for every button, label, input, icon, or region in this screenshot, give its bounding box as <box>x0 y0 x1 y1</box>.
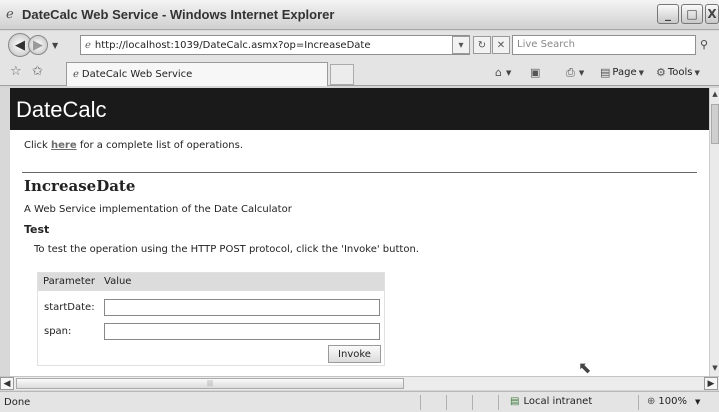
invoke-button[interactable]: Invoke <box>328 345 381 363</box>
address-url[interactable]: http://localhost:1039/DateCalc.asmx?op=I… <box>95 40 469 51</box>
home-button[interactable]: ⌂ ▼ <box>495 66 511 79</box>
horizontal-scrollbar[interactable]: ◀ ||| ▶ <box>0 376 719 390</box>
tools-menu-button[interactable]: ⚙ Tools ▼ <box>656 66 700 79</box>
page-icon: ℯ <box>85 39 91 51</box>
header-parameter: Parameter <box>43 276 96 287</box>
intro-prefix: Click <box>24 140 52 151</box>
title-bar: ℯ DateCalc Web Service - Windows Interne… <box>0 0 719 30</box>
stop-button[interactable]: ✕ <box>492 36 510 54</box>
content-border <box>0 88 10 376</box>
print-button[interactable]: ⎙ ▼ <box>566 66 584 80</box>
scroll-up-icon[interactable]: ▲ <box>710 90 719 102</box>
refresh-button[interactable]: ↻ <box>473 36 491 54</box>
tools-menu-label: Tools <box>667 67 693 78</box>
forward-button[interactable]: ▶ <box>28 35 48 55</box>
add-favorites-icon[interactable]: ✩ <box>32 64 43 79</box>
scroll-left-icon[interactable]: ◀ <box>0 377 14 390</box>
status-bar: Done ▤ Local intranet ⊕ 100% ▼ <box>0 391 719 412</box>
startdate-input[interactable] <box>104 299 380 316</box>
ie-logo-icon: ℯ <box>6 7 14 22</box>
vertical-scroll-thumb[interactable] <box>711 104 719 144</box>
forward-arrow-icon: ▶ <box>33 37 43 53</box>
address-row: ◀ ▶ ▼ ℯ http://localhost:1039/DateCalc.a… <box>0 31 719 59</box>
page-menu-button[interactable]: ▤ Page ▼ <box>600 66 644 79</box>
status-divider <box>446 395 447 410</box>
parameter-table: Parameter Value startDate: span: Invoke <box>37 272 385 366</box>
zoom-level: 100% <box>658 396 687 407</box>
status-text: Done <box>4 397 31 408</box>
chevron-down-icon: ▼ <box>505 68 512 77</box>
new-tab-button[interactable] <box>330 64 354 85</box>
operation-title: IncreaseDate <box>24 177 136 195</box>
status-divider <box>472 395 473 410</box>
page-icon: ℯ <box>73 69 79 80</box>
zone-label: Local intranet <box>523 396 593 407</box>
parameter-table-header: Parameter Value <box>38 273 384 291</box>
horizontal-scroll-thumb[interactable]: ||| <box>16 378 404 389</box>
param-label-startdate: startDate: <box>44 302 95 313</box>
page-content: DateCalc Click here for a complete list … <box>10 88 709 376</box>
window-title: DateCalc Web Service - Windows Internet … <box>22 7 335 22</box>
close-button[interactable]: X <box>705 4 719 24</box>
print-icon: ⎙ <box>566 66 575 79</box>
chevron-down-icon: ▼ <box>694 397 701 406</box>
tab-datecalc[interactable]: ℯ DateCalc Web Service <box>66 62 328 86</box>
page-menu-label: Page <box>612 67 637 78</box>
operation-description: A Web Service implementation of the Date… <box>24 204 292 215</box>
status-divider <box>420 395 421 410</box>
favorites-star-icon[interactable]: ☆ <box>10 64 22 79</box>
divider <box>22 172 697 173</box>
scroll-down-icon[interactable]: ▼ <box>710 364 719 376</box>
test-instructions: To test the operation using the HTTP POS… <box>34 244 419 255</box>
intranet-icon: ▤ <box>510 396 520 407</box>
param-label-span: span: <box>44 326 72 337</box>
test-heading: Test <box>24 223 50 236</box>
address-bar[interactable]: ℯ http://localhost:1039/DateCalc.asmx?op… <box>80 35 470 55</box>
maximize-button[interactable]: □ <box>681 4 703 24</box>
status-divider <box>638 395 639 410</box>
chevron-down-icon: ▾ <box>458 39 464 51</box>
search-button[interactable]: ⚲ <box>700 35 719 55</box>
chevron-down-icon: ▼ <box>638 68 645 77</box>
zoom-icon: ⊕ <box>647 396 656 407</box>
security-zone[interactable]: ▤ Local intranet <box>510 396 592 407</box>
back-arrow-icon: ◀ <box>15 37 25 53</box>
refresh-icon: ↻ <box>477 39 487 51</box>
minimize-button[interactable]: _ <box>657 4 679 24</box>
feeds-button[interactable]: ▣ <box>530 66 542 79</box>
tab-label: DateCalc Web Service <box>81 69 193 80</box>
window-controls: _ □ X <box>657 4 719 24</box>
gear-icon: ⚙ <box>656 66 666 79</box>
intro-suffix: for a complete list of operations. <box>76 140 244 151</box>
search-icon: ⚲ <box>700 38 709 51</box>
chevron-down-icon: ▼ <box>694 68 700 77</box>
stop-icon: ✕ <box>496 39 506 51</box>
vertical-scrollbar[interactable]: ▲ ▼ <box>709 88 719 376</box>
scroll-right-icon[interactable]: ▶ <box>704 377 718 390</box>
history-dropdown-icon[interactable]: ▼ <box>52 41 58 50</box>
search-input[interactable]: Live Search <box>512 35 696 55</box>
operations-link[interactable]: here <box>51 140 77 151</box>
page-brand: DateCalc <box>16 97 107 122</box>
status-divider <box>498 395 499 410</box>
home-icon: ⌂ <box>495 66 502 79</box>
page-banner: DateCalc <box>10 88 709 130</box>
page-icon: ▤ <box>600 66 611 79</box>
span-input[interactable] <box>104 323 380 340</box>
mouse-cursor-icon: ⬉ <box>578 358 592 376</box>
header-value: Value <box>104 276 132 287</box>
operations-intro: Click here for a complete list of operat… <box>24 140 243 151</box>
tab-row: ☆ ✩ ℯ DateCalc Web Service ⌂ ▼ ▣ ⎙ ▼ ▤ Pag… <box>0 59 719 86</box>
zoom-control[interactable]: ⊕ 100% ▼ <box>647 396 700 407</box>
chevron-down-icon: ▼ <box>578 69 585 77</box>
address-dropdown-button[interactable]: ▾ <box>452 36 470 54</box>
feeds-icon: ▣ <box>530 66 541 79</box>
